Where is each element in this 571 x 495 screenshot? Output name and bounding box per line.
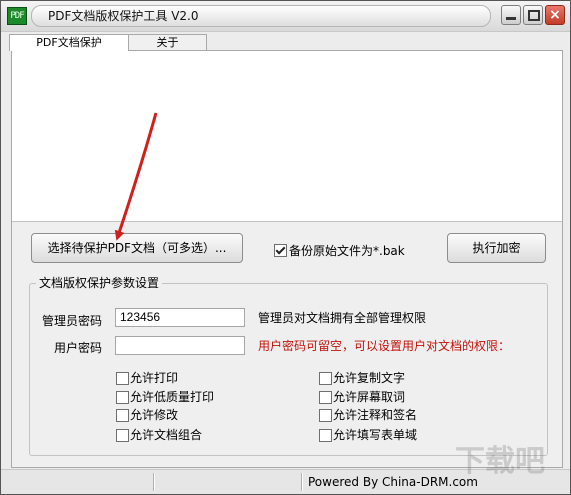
admin-note: 管理员对文档拥有全部管理权限 (258, 311, 427, 325)
perm-screenword-label: 允许屏幕取词 (333, 390, 406, 404)
window-title: PDF文档版权保护工具 V2.0 (48, 9, 199, 23)
main-window: PDF PDF文档版权保护工具 V2.0 × PDF文档保护 关于 选择待保护P… (0, 0, 571, 495)
watermark-logo: 下载吧 (455, 444, 545, 479)
user-note: 用户密码可留空，可以设置用户对文档的权限： (258, 339, 511, 353)
perm-modify-checkbox[interactable] (116, 409, 129, 422)
title-bar[interactable]: PDF PDF文档版权保护工具 V2.0 × (1, 1, 570, 32)
tab-panel: 选择待保护PDF文档（可多选）... 备份原始文件为*.bak 执行加密 文档版… (11, 50, 563, 468)
perm-fillform-checkbox[interactable] (319, 429, 332, 442)
title-pill: PDF文档版权保护工具 V2.0 (31, 5, 491, 27)
execute-encrypt-button[interactable]: 执行加密 (447, 233, 546, 263)
perm-print-checkbox[interactable] (116, 372, 129, 385)
perm-copy-label: 允许复制文字 (333, 371, 406, 385)
admin-password-label: 管理员密码 (42, 314, 103, 328)
status-separator (153, 473, 155, 491)
perm-assemble-checkbox[interactable] (116, 429, 129, 442)
tab-pdf-protect[interactable]: PDF文档保护 (9, 34, 129, 51)
minimize-button[interactable] (501, 5, 521, 25)
perm-annotate-label: 允许注释和签名 (333, 408, 418, 422)
app-icon-text: PDF (10, 11, 24, 21)
settings-group-title: 文档版权保护参数设置 (36, 276, 163, 290)
status-text: Powered By China-DRM.com (308, 475, 478, 489)
maximize-button[interactable] (523, 5, 543, 25)
perm-fillform-label: 允许填写表单域 (333, 428, 418, 442)
settings-groupbox (29, 283, 548, 456)
user-password-input[interactable] (115, 336, 245, 355)
backup-checkbox[interactable] (274, 244, 287, 257)
perm-lowprint-label: 允许低质量打印 (130, 390, 215, 404)
tab-about[interactable]: 关于 (128, 34, 207, 50)
select-pdf-button[interactable]: 选择待保护PDF文档（可多选）... (31, 233, 243, 263)
admin-password-input[interactable] (115, 308, 245, 327)
perm-annotate-checkbox[interactable] (319, 409, 332, 422)
perm-modify-label: 允许修改 (130, 408, 179, 422)
status-separator (301, 473, 303, 491)
close-button[interactable]: × (545, 5, 565, 25)
file-list-area[interactable] (12, 51, 562, 222)
user-password-label: 用户密码 (54, 341, 103, 355)
perm-print-label: 允许打印 (130, 371, 179, 385)
perm-assemble-label: 允许文档组合 (130, 428, 203, 442)
perm-lowprint-checkbox[interactable] (116, 391, 129, 404)
perm-copy-checkbox[interactable] (319, 372, 332, 385)
perm-screenword-checkbox[interactable] (319, 391, 332, 404)
minimize-icon (506, 17, 516, 20)
close-icon: × (549, 7, 561, 23)
app-icon: PDF (7, 7, 27, 25)
maximize-icon (528, 10, 540, 21)
backup-label: 备份原始文件为*.bak (289, 244, 405, 258)
